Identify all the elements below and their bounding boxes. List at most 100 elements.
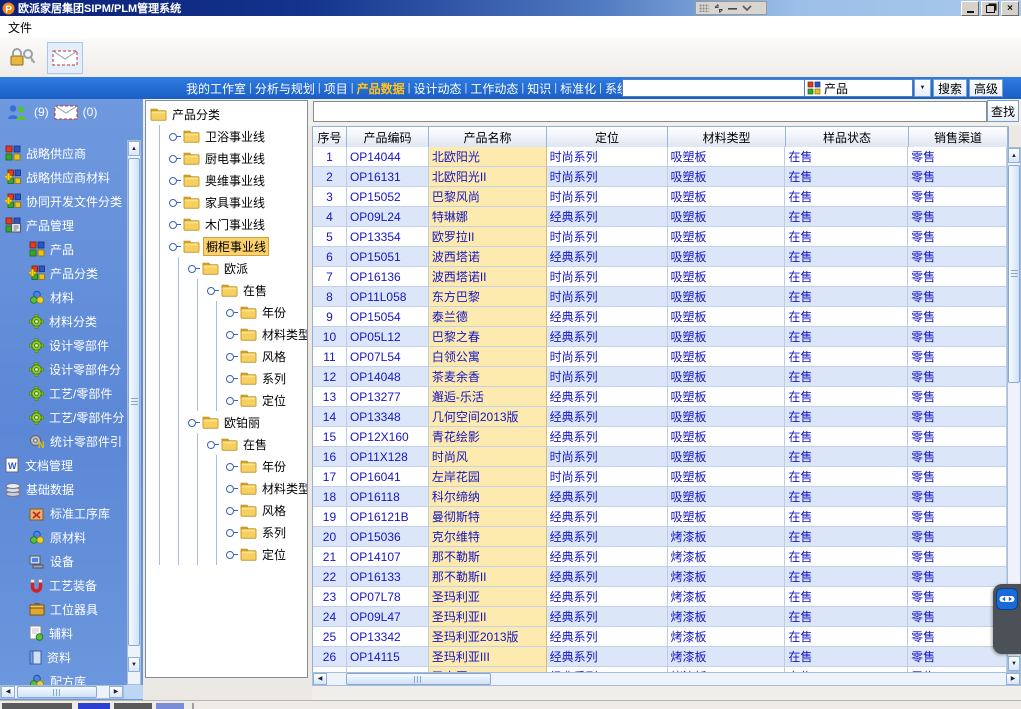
table-row[interactable]: 13OP13277邂逅-乐活经典系列吸塑板在售零售	[313, 387, 1007, 407]
table-row[interactable]: 15OP12X160青花绘影经典系列吸塑板在售零售	[313, 427, 1007, 447]
tree-node[interactable]: 定位	[226, 389, 307, 411]
tree-expander-icon[interactable]	[226, 373, 237, 384]
table-hscrollbar[interactable]: ◀ ▶	[312, 672, 1021, 686]
sidebar-item-15[interactable]: 标准工序库	[0, 501, 127, 525]
search-button[interactable]: 搜索	[933, 79, 967, 97]
nav-item-2[interactable]: 项目	[321, 80, 351, 97]
find-input[interactable]	[313, 101, 987, 122]
tree-expander-icon[interactable]	[169, 197, 180, 208]
table-row[interactable]: 19OP16121B曼彻斯特经典系列吸塑板在售零售	[313, 507, 1007, 527]
scroll-thumb[interactable]	[17, 686, 97, 698]
sidebar-item-19[interactable]: 工位器具	[0, 597, 127, 621]
scroll-right-button[interactable]: ▶	[1006, 673, 1020, 685]
table-row[interactable]: 20OP15036克尔维特经典系列烤漆板在售零售	[313, 527, 1007, 547]
table-row[interactable]: 22OP16133那不勒斯II经典系列烤漆板在售零售	[313, 567, 1007, 587]
table-row[interactable]: 25OP13342圣玛利亚2013版经典系列烤漆板在售零售	[313, 627, 1007, 647]
table-row[interactable]: 23OP07L78圣玛利亚经典系列烤漆板在售零售	[313, 587, 1007, 607]
sidebar-item-8[interactable]: 设计零部件	[0, 333, 127, 357]
sidebar-item-17[interactable]: 设备	[0, 549, 127, 573]
sidebar-item-10[interactable]: 工艺/零部件	[0, 381, 127, 405]
column-header-3[interactable]: 定位	[547, 127, 668, 148]
sidebar-item-21[interactable]: 资料	[0, 645, 127, 669]
table-row[interactable]: 4OP09L24特琳娜经典系列吸塑板在售零售	[313, 207, 1007, 227]
table-row[interactable]: 17OP16041左岸花园时尚系列吸塑板在售零售	[313, 467, 1007, 487]
tree-node[interactable]: 木门事业线	[169, 213, 307, 235]
tree-node[interactable]: 欧派	[188, 257, 307, 279]
scroll-down-button[interactable]: ▼	[128, 657, 140, 672]
tree-node[interactable]: 厨电事业线	[169, 147, 307, 169]
tree-expander-icon[interactable]	[226, 351, 237, 362]
sidebar-item-14[interactable]: 基础数据	[0, 477, 127, 501]
tree-node[interactable]: 年份	[226, 301, 307, 323]
tree-expander-icon[interactable]	[207, 439, 218, 450]
sidebar-item-1[interactable]: 战略供应商材料	[0, 165, 127, 189]
column-header-1[interactable]: 产品编码	[347, 127, 429, 148]
tree-expander-icon[interactable]	[169, 153, 180, 164]
tree-node[interactable]: 在售	[207, 433, 307, 455]
sidebar-item-13[interactable]: W文档管理	[0, 453, 127, 477]
table-row[interactable]: 2OP16131北欧阳光II时尚系列吸塑板在售零售	[313, 167, 1007, 187]
scroll-right-button[interactable]: ▶	[109, 686, 123, 698]
sidebar-item-3[interactable]: 产品管理	[0, 213, 127, 237]
scroll-left-button[interactable]: ◀	[313, 673, 327, 685]
sidebar-item-2[interactable]: 协同开发文件分类	[0, 189, 127, 213]
sidebar-item-11[interactable]: 工艺/零部件分	[0, 405, 127, 429]
sidebar-item-7[interactable]: 材料分类	[0, 309, 127, 333]
table-row[interactable]: 10OP05L12巴黎之春经典系列吸塑板在售零售	[313, 327, 1007, 347]
sidebar-item-20[interactable]: 辅料	[0, 621, 127, 645]
minimize-panel-icon[interactable]	[728, 7, 737, 10]
tree-node[interactable]: 奥维事业线	[169, 169, 307, 191]
sidebar-mail-icon[interactable]	[54, 104, 78, 120]
column-header-6[interactable]: 销售渠道	[909, 127, 1008, 148]
sidebar-item-16[interactable]: 原材料	[0, 525, 127, 549]
tree-expander-icon[interactable]	[169, 131, 180, 142]
table-row[interactable]: 5OP13354欧罗拉II时尚系列吸塑板在售零售	[313, 227, 1007, 247]
tree-expander-icon[interactable]	[226, 505, 237, 516]
table-row[interactable]: 7OP16136波西塔诺II时尚系列吸塑板在售零售	[313, 267, 1007, 287]
tree-expander-icon[interactable]	[207, 285, 218, 296]
nav-item-1[interactable]: 分析与规划	[252, 80, 318, 97]
tree-expander-icon[interactable]	[169, 219, 180, 230]
messenger-icon[interactable]	[6, 104, 29, 120]
sidebar-item-5[interactable]: 产品分类	[0, 261, 127, 285]
tree-node[interactable]: 家具事业线	[169, 191, 307, 213]
menu-item-file[interactable]: 文件	[8, 19, 32, 36]
tree-expander-icon[interactable]	[226, 483, 237, 494]
sidebar-item-6[interactable]: 材料	[0, 285, 127, 309]
tree-node[interactable]: 风格	[226, 345, 307, 367]
scroll-thumb[interactable]	[346, 673, 491, 685]
sidebar-item-9[interactable]: 设计零部件分	[0, 357, 127, 381]
tree-expander-icon[interactable]	[226, 527, 237, 538]
tree-node[interactable]: 材料类型	[226, 323, 307, 345]
table-row[interactable]: 26OP14115圣玛利亚III经典系列烤漆板在售零售	[313, 647, 1007, 667]
table-row[interactable]: 14OP13348几何空间2013版经典系列吸塑板在售零售	[313, 407, 1007, 427]
nav-item-4[interactable]: 设计动态	[411, 80, 465, 97]
find-button[interactable]: 查找	[987, 100, 1019, 122]
nav-item-3[interactable]: 产品数据	[354, 80, 408, 97]
collapse-icon[interactable]	[713, 4, 724, 13]
column-header-4[interactable]: 材料类型	[668, 127, 786, 148]
advanced-search-button[interactable]: 高级	[969, 79, 1003, 97]
tree-node[interactable]: 材料类型	[226, 477, 307, 499]
table-row[interactable]: 12OP14048茶麦余香时尚系列吸塑板在售零售	[313, 367, 1007, 387]
tree-node[interactable]: 年份	[226, 455, 307, 477]
sidebar-item-12[interactable]: N统计零部件引	[0, 429, 127, 453]
close-button[interactable]: ×	[1001, 1, 1019, 16]
sidebar-item-22[interactable]: 配方库	[0, 669, 127, 685]
restore-button[interactable]	[981, 1, 999, 16]
table-row[interactable]: 11OP07L54白领公寓时尚系列吸塑板在售零售	[313, 347, 1007, 367]
tree-node[interactable]: 定位	[226, 543, 307, 565]
tree-node[interactable]: 橱柜事业线	[169, 235, 307, 257]
nav-item-0[interactable]: 我的工作室	[183, 80, 249, 97]
remote-assist-flyout[interactable]	[993, 584, 1021, 654]
category-dropdown-button[interactable]: ▼	[914, 79, 931, 97]
tree-expander-icon[interactable]	[188, 417, 199, 428]
tree-expander-icon[interactable]	[226, 307, 237, 318]
sidebar-item-0[interactable]: 战略供应商	[0, 141, 127, 165]
sidebar-item-18[interactable]: 工艺装备	[0, 573, 127, 597]
column-header-2[interactable]: 产品名称	[429, 127, 547, 148]
tree-node[interactable]: 系列	[226, 521, 307, 543]
tree-node[interactable]: 风格	[226, 499, 307, 521]
table-row[interactable]: 18OP16118科尔缔纳经典系列吸塑板在售零售	[313, 487, 1007, 507]
tree-expander-icon[interactable]	[226, 461, 237, 472]
